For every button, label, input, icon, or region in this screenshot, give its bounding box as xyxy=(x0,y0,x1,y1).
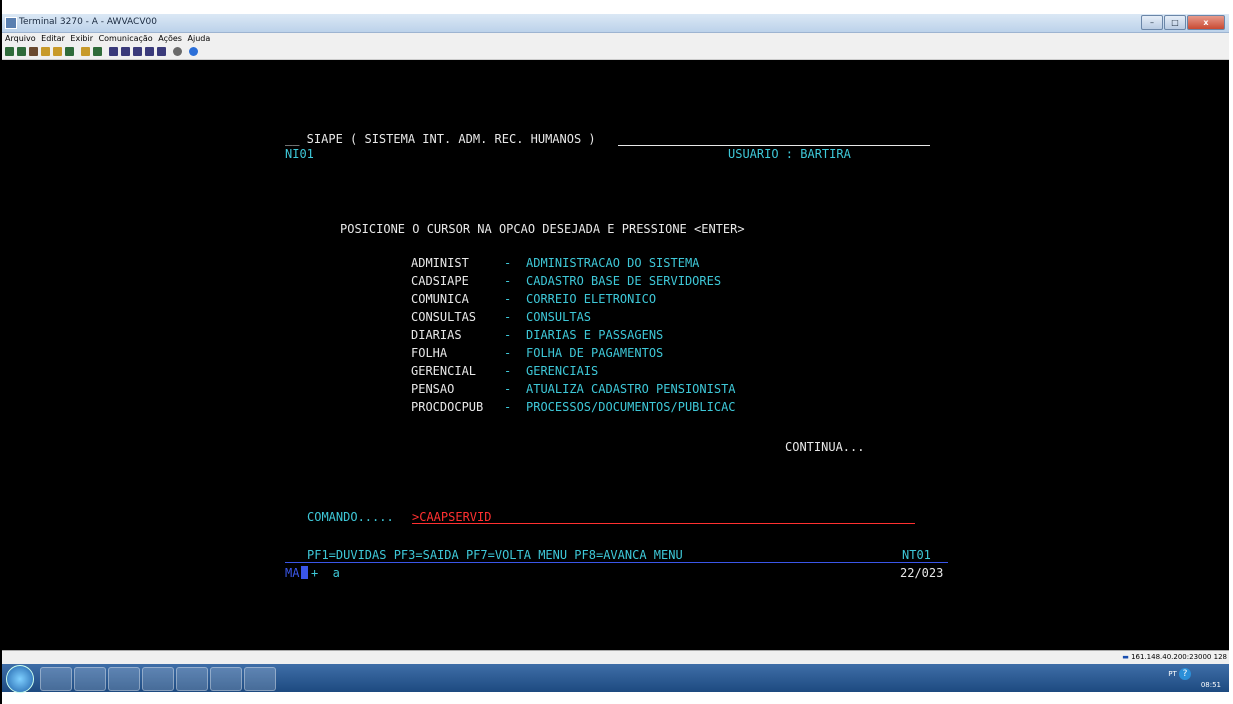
option-separator: - xyxy=(504,292,512,306)
maximize-button[interactable]: □ xyxy=(1164,15,1186,30)
header-underline xyxy=(618,145,930,146)
keyboard-icon[interactable] xyxy=(93,47,102,56)
option-desc-gerencial: GERENCIAIS xyxy=(526,364,599,378)
menu-ajuda[interactable]: Ajuda xyxy=(188,34,211,43)
option-desc-administ: ADMINISTRACAO DO SISTEMA xyxy=(526,256,700,270)
pf-keys-line: PF1=DUVIDAS PF3=SAIDA PF7=VOLTA MENU PF8… xyxy=(307,548,683,562)
system-header: __ SIAPE ( SISTEMA INT. ADM. REC. HUMANO… xyxy=(285,132,596,146)
option-code-cadsiape[interactable]: CADSIAPE xyxy=(411,274,469,288)
command-underline xyxy=(412,523,915,524)
terminal-screen[interactable]: __ SIAPE ( SISTEMA INT. ADM. REC. HUMANO… xyxy=(2,60,1229,648)
oia-separator xyxy=(285,562,948,563)
explorer-icon[interactable] xyxy=(74,667,106,691)
option-code-gerencial[interactable]: GERENCIAL xyxy=(411,364,476,378)
toolbar xyxy=(2,44,1229,60)
stop-icon[interactable] xyxy=(157,47,166,56)
terminal-task-icon[interactable] xyxy=(210,667,242,691)
system-tray: PT ? 08:51 28/03/2017 xyxy=(1168,668,1221,700)
option-code-pensao[interactable]: PENSAO xyxy=(411,382,454,396)
menu-exibir[interactable]: Exibir xyxy=(70,34,93,43)
disconnect-icon[interactable] xyxy=(17,47,26,56)
option-code-consultas[interactable]: CONSULTAS xyxy=(411,310,476,324)
close-button[interactable]: x xyxy=(1187,15,1225,30)
status-bar: ▬ 161.148.40.200:23000 128 xyxy=(2,650,1229,664)
instruction-text: POSICIONE O CURSOR NA OPCAO DESEJADA E P… xyxy=(340,222,745,236)
option-separator: - xyxy=(504,274,512,288)
option-separator: - xyxy=(504,382,512,396)
option-separator: - xyxy=(504,364,512,378)
print-icon[interactable] xyxy=(29,47,38,56)
option-desc-cadsiape: CADASTRO BASE DE SERVIDORES xyxy=(526,274,722,288)
session-number: 128 xyxy=(1213,653,1227,661)
desktop: Terminal 3270 - A - AWVACV00 – □ x Arqui… xyxy=(0,0,1233,704)
cursor-position: 22/023 xyxy=(900,566,944,580)
option-desc-pensao: ATUALIZA CADASTRO PENSIONISTA xyxy=(526,382,736,396)
window-title: Terminal 3270 - A - AWVACV00 xyxy=(19,17,157,27)
clock-date: 28/03/2017 xyxy=(1180,691,1221,699)
host-address: 161.148.40.200:23000 xyxy=(1131,653,1212,661)
start-button[interactable] xyxy=(6,665,34,693)
tool-icon[interactable] xyxy=(244,667,276,691)
settings-icon[interactable] xyxy=(173,47,182,56)
continua-text: CONTINUA... xyxy=(785,440,865,454)
connection-status: ▬ 161.148.40.200:23000 128 xyxy=(1122,651,1227,664)
minimize-button[interactable]: – xyxy=(1141,15,1163,30)
mail-icon[interactable] xyxy=(176,667,208,691)
copy-icon[interactable] xyxy=(41,47,50,56)
option-code-comunica[interactable]: COMUNICA xyxy=(411,292,469,306)
chrome-icon[interactable] xyxy=(108,667,140,691)
title-bar: Terminal 3270 - A - AWVACV00 – □ x xyxy=(2,14,1229,33)
option-code-folha[interactable]: FOLHA xyxy=(411,346,447,360)
transfer-up-icon[interactable] xyxy=(109,47,118,56)
option-separator: - xyxy=(504,310,512,324)
network-icon: ▬ xyxy=(1122,653,1129,661)
play-icon[interactable] xyxy=(145,47,154,56)
record-icon[interactable] xyxy=(133,47,142,56)
option-desc-procdocpub: PROCESSOS/DOCUMENTOS/PUBLICAC xyxy=(526,400,736,414)
window-controls: – □ x xyxy=(1140,15,1225,30)
option-desc-folha: FOLHA DE PAGAMENTOS xyxy=(526,346,664,360)
menu-editar[interactable]: Editar xyxy=(41,34,65,43)
menu-acoes[interactable]: Ações xyxy=(158,34,182,43)
option-separator: - xyxy=(504,256,512,270)
menu-arquivo[interactable]: Arquivo xyxy=(5,34,36,43)
oia-status: + a xyxy=(311,566,340,580)
option-code-diarias[interactable]: DIARIAS xyxy=(411,328,462,342)
app-icon[interactable] xyxy=(142,667,174,691)
terminal-app-icon xyxy=(5,17,17,29)
oia-mode: MA xyxy=(285,566,300,580)
footer-screen-id: NT01 xyxy=(902,548,931,562)
ie-icon[interactable] xyxy=(40,667,72,691)
cursor-indicator xyxy=(301,566,308,585)
menu-comunicacao[interactable]: Comunicação xyxy=(99,34,153,43)
option-separator: - xyxy=(504,400,512,414)
option-desc-diarias: DIARIAS E PASSAGENS xyxy=(526,328,664,342)
option-separator: - xyxy=(504,346,512,360)
session-icon[interactable] xyxy=(65,47,74,56)
command-label: COMANDO..... xyxy=(307,510,394,524)
menu-bar: Arquivo Editar Exibir Comunicação Ações … xyxy=(2,33,1229,44)
screen-id: NI01 xyxy=(285,147,314,161)
option-code-procdocpub[interactable]: PROCDOCPUB xyxy=(411,400,483,414)
paste-icon[interactable] xyxy=(53,47,62,56)
option-desc-comunica: CORREIO ELETRONICO xyxy=(526,292,657,306)
user-label: USUARIO : BARTIRA xyxy=(728,147,851,161)
option-desc-consultas: CONSULTAS xyxy=(526,310,592,324)
connect-icon[interactable] xyxy=(5,47,14,56)
taskbar: PT ? 08:51 28/03/2017 xyxy=(2,664,1229,699)
option-code-administ[interactable]: ADMINIST xyxy=(411,256,469,270)
language-indicator[interactable]: PT xyxy=(1168,670,1177,678)
help-icon[interactable]: ? xyxy=(1179,668,1191,680)
option-separator: - xyxy=(504,328,512,342)
help-icon[interactable] xyxy=(189,47,198,56)
macro-icon[interactable] xyxy=(81,47,90,56)
command-input[interactable]: >CAAPSERVID xyxy=(412,510,491,524)
clock-time: 08:51 xyxy=(1200,681,1221,689)
terminal-window: Terminal 3270 - A - AWVACV00 – □ x Arqui… xyxy=(2,14,1229,692)
transfer-down-icon[interactable] xyxy=(121,47,130,56)
